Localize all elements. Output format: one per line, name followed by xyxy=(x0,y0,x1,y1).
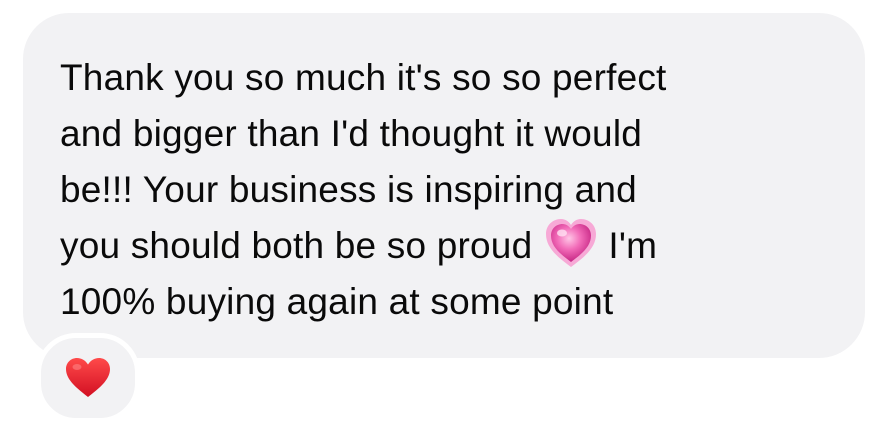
glowing-heart-icon xyxy=(544,218,598,270)
red-heart-icon xyxy=(66,358,110,397)
message-bubble[interactable]: Thank you so much it's so so perfect and… xyxy=(23,13,865,358)
message-line-5: 100% buying again at some point xyxy=(60,281,614,322)
conversation-view: Thank you so much it's so so perfect and… xyxy=(0,0,881,427)
message-line-1: Thank you so much it's so so perfect xyxy=(60,57,667,98)
message-line-3: be!!! Your business is inspiring and xyxy=(60,169,637,210)
message-line-2: and bigger than I'd thought it would xyxy=(60,113,643,154)
reaction-badge[interactable] xyxy=(36,333,140,423)
message-line-4: you should both be so proud I'm xyxy=(60,218,835,274)
message-line-4-text: you should both be so proud xyxy=(60,225,533,266)
message-line-4-suffix: I'm xyxy=(608,225,658,266)
